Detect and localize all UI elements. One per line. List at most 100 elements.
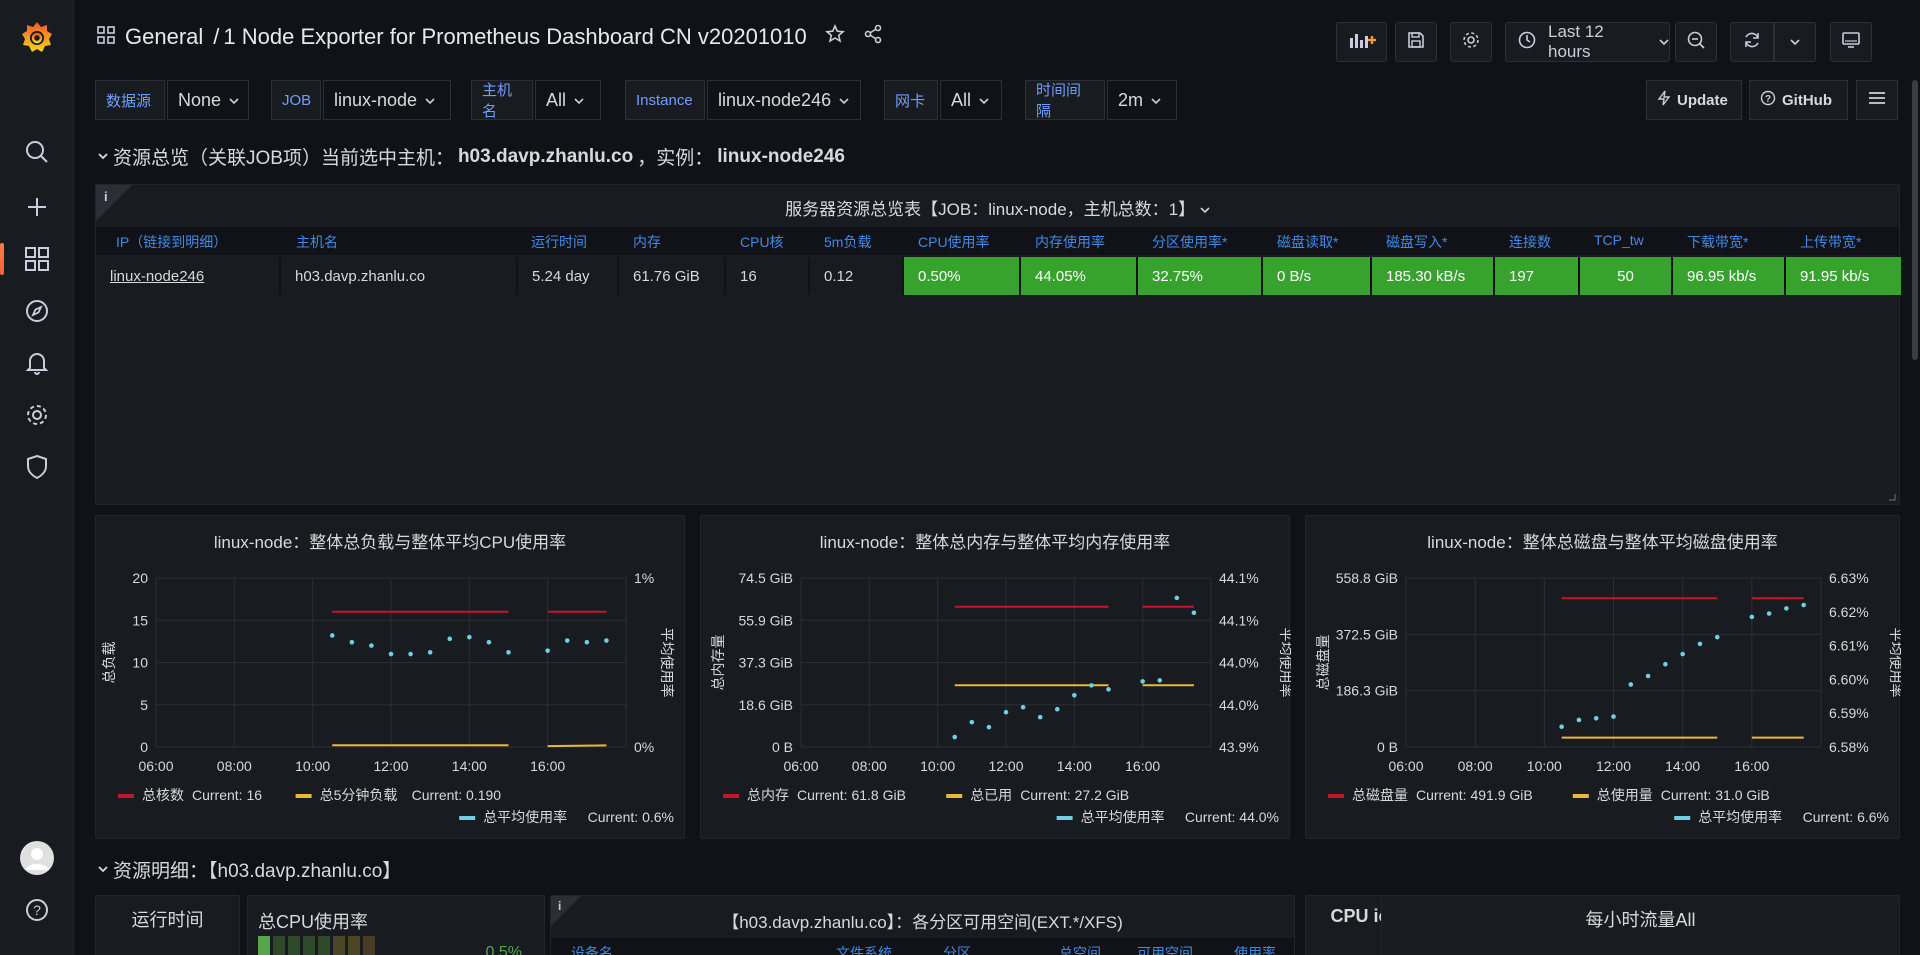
var-select-job[interactable]: linux-node (323, 80, 451, 120)
series-point (1749, 614, 1755, 620)
chevron-down-icon (1200, 200, 1210, 219)
alerting-bell-icon[interactable] (0, 341, 74, 385)
uptime-panel: 运行时间 (95, 895, 240, 955)
row-resource-details[interactable]: 资源明细：【h03.davp.zhanlu.co】 (97, 856, 401, 883)
var-select-instance[interactable]: linux-node246 (707, 80, 861, 120)
partition-title[interactable]: 【h03.davp.zhanlu.co】：各分区可用空间(EXT.*/XFS) (551, 908, 1294, 933)
dashboard-title[interactable]: 1 Node Exporter for Prometheus Dashboard… (223, 24, 806, 50)
disk-chart[interactable]: 06:00 08:00 10:00 12:00 14:00 16:00 558.8 GiB 3… (1306, 516, 1901, 840)
search-icon[interactable] (0, 130, 74, 174)
cell-ip[interactable]: linux-node246 (96, 257, 281, 295)
refresh-interval-dropdown[interactable] (1774, 22, 1816, 62)
th-cpu-cores[interactable]: CPU核 (740, 232, 784, 252)
breadcrumb-folder[interactable]: General (125, 24, 203, 50)
cpu-usage-title[interactable]: 总CPU使用率 (258, 908, 368, 934)
server-admin-shield-icon[interactable] (0, 445, 74, 489)
th-disk-write[interactable]: 磁盘写入* (1386, 232, 1447, 252)
th-load5[interactable]: 5m负载 (824, 232, 871, 252)
memory-chart[interactable]: 06:00 08:00 10:00 12:00 14:00 16:00 74.5 GiB 55… (701, 516, 1291, 840)
y-right-tick-label: 43.9% (1219, 739, 1259, 755)
chart-legend: 总内存 Current: 61.8 GiB 总已用 Current: 27.2 GiB… (723, 787, 1279, 825)
dashboard-menu-button[interactable] (1856, 80, 1898, 120)
ip-link[interactable]: linux-node246 (110, 268, 204, 285)
th-connections[interactable]: 连接数 (1509, 232, 1551, 252)
dashboard-grid-icon (97, 24, 115, 50)
star-icon[interactable] (824, 24, 845, 50)
refresh-button[interactable] (1730, 22, 1774, 62)
th-partition-usage[interactable]: 分区使用率* (1152, 232, 1227, 252)
series-line-used (547, 744, 607, 748)
load-cpu-chart[interactable]: 06:00 08:00 10:00 12:00 14:00 16:00 20 15 10 5 0 1%… (96, 516, 686, 840)
row-resource-overview[interactable]: 资源总览（关联JOB项）当前选中主机： h03.davp.zhanlu.co ，… (97, 143, 845, 170)
update-link-button[interactable]: Update (1646, 80, 1742, 120)
series-point (1680, 651, 1685, 657)
th-tcp-tw[interactable]: TCP_tw (1594, 232, 1644, 248)
th-memory[interactable]: 内存 (633, 232, 661, 252)
tv-mode-button[interactable] (1830, 22, 1872, 62)
th-disk-read[interactable]: 磁盘读取* (1277, 232, 1338, 252)
add-panel-button[interactable] (1336, 22, 1387, 62)
traffic-title[interactable]: 每小时流量All (1382, 906, 1899, 932)
dashboard-settings-button[interactable] (1450, 22, 1492, 62)
help-icon[interactable]: ? (0, 888, 74, 932)
series-point (1559, 724, 1564, 730)
plus-icon[interactable] (0, 185, 74, 229)
bolt-icon (1657, 90, 1671, 110)
share-icon[interactable] (863, 24, 883, 50)
var-select-interval[interactable]: 2m (1107, 80, 1177, 120)
x-tick-label: 16:00 (530, 758, 565, 774)
th-usage[interactable]: 使用率 (1234, 943, 1276, 955)
x-tick-label: 06:00 (783, 758, 818, 774)
th-uptime[interactable]: 运行时间 (531, 232, 587, 252)
var-select-nic[interactable]: All (940, 80, 1002, 120)
legend-swatch (946, 794, 963, 798)
row-title-mid: ，实例： (637, 148, 714, 169)
th-ip[interactable]: IP（链接到明细） (116, 232, 227, 252)
th-hostname[interactable]: 主机名 (296, 232, 338, 252)
monitor-icon (1841, 30, 1861, 55)
cell-tcp-tw: 50 (1580, 257, 1673, 295)
th-total-space[interactable]: 总空间 (1059, 943, 1101, 955)
var-select-datasource[interactable]: None (167, 80, 249, 120)
y-left-tick-label: 10 (132, 655, 148, 671)
dashboards-icon[interactable] (0, 237, 74, 281)
legend-name: 总使用量 (1597, 787, 1653, 803)
y-right-tick-label: 6.59% (1829, 705, 1869, 721)
grafana-logo-icon[interactable] (0, 16, 74, 60)
uptime-title[interactable]: 运行时间 (96, 906, 239, 932)
y-right-tick-label: 6.58% (1829, 739, 1869, 755)
th-cpu-usage[interactable]: CPU使用率 (918, 232, 990, 252)
table-panel-title[interactable]: 服务器资源总览表【JOB：linux-node，主机总数：1】 (96, 195, 1899, 220)
series-point (1089, 683, 1094, 688)
th-device[interactable]: 设备名 (571, 943, 613, 955)
th-download-bw[interactable]: 下载带宽* (1687, 232, 1748, 252)
x-tick-label: 08:00 (1458, 758, 1493, 774)
chevron-down-icon (1659, 32, 1669, 52)
series-point (1784, 606, 1789, 611)
legend-name: 总平均使用率 (483, 809, 567, 825)
var-select-hostname[interactable]: All (535, 80, 601, 120)
series-point (1576, 717, 1582, 723)
time-range-picker[interactable]: Last 12 hours (1505, 22, 1670, 62)
row-title-host: h03.davp.zhanlu.co (457, 145, 634, 167)
th-mountpoint[interactable]: 分区 (943, 943, 971, 955)
row-title-instance: linux-node246 (717, 145, 845, 167)
resize-handle-icon[interactable] (1888, 493, 1896, 501)
series-point (1801, 602, 1807, 608)
explore-compass-icon[interactable] (0, 289, 74, 333)
series-point (1663, 661, 1668, 667)
page-scrollbar[interactable] (1912, 80, 1918, 360)
th-mem-usage[interactable]: 内存使用率 (1035, 232, 1105, 252)
th-filesystem[interactable]: 文件系统 (836, 943, 892, 955)
save-dashboard-button[interactable] (1395, 22, 1437, 62)
legend-swatch (459, 816, 476, 820)
user-avatar[interactable] (0, 836, 74, 880)
th-free-space[interactable]: 可用空间 (1137, 943, 1193, 955)
th-upload-bw[interactable]: 上传带宽* (1800, 232, 1861, 252)
zoom-out-button[interactable] (1675, 22, 1717, 62)
gear-icon (1461, 30, 1481, 55)
series-point (969, 719, 975, 725)
github-link-button[interactable]: ? GitHub (1749, 80, 1848, 120)
y-right-tick-label: 0% (634, 739, 654, 755)
configuration-gear-icon[interactable] (0, 393, 74, 437)
